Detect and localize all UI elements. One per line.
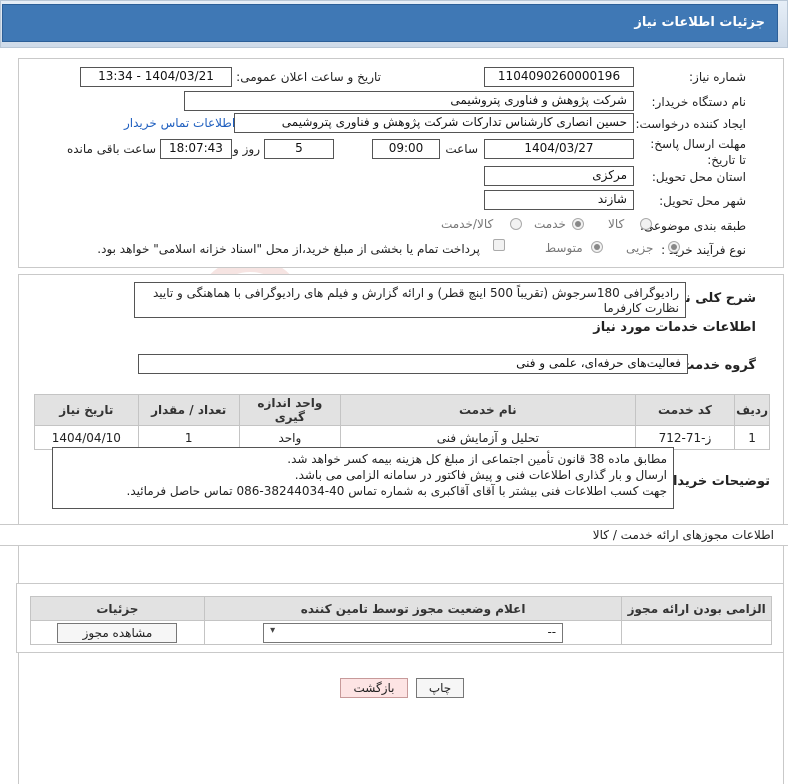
remaining-label: ساعت باقی مانده (66, 142, 156, 156)
col-name: نام خدمت (339, 394, 636, 426)
services-title: اطلاعات خدمات مورد نیاز (593, 320, 756, 335)
permit-status-select[interactable]: -- ▾ (263, 622, 564, 643)
province-field: مرکزی (484, 166, 634, 186)
deadline-label: مهلت ارسال پاسخ: تا تاریخ: (650, 137, 746, 167)
announce-label: تاریخ و ساعت اعلان عمومی: (236, 70, 381, 84)
table-row: -- ▾ مشاهده مجوز (30, 620, 772, 645)
permits-header-row: الزامی بودن ارائه مجوز اعلام وضعیت مجوز … (30, 596, 772, 621)
province-label: استان محل تحویل: (651, 170, 746, 184)
deadline-date-field: 1404/03/27 (484, 139, 634, 159)
services-table-wrap: ردیف کد خدمت نام خدمت واحد اندازه گیری ت… (34, 394, 770, 450)
col-details: جزئیات (30, 596, 205, 621)
category-radio-goods-service[interactable] (510, 218, 522, 230)
city-field: شازند (484, 190, 634, 210)
permits-table-wrap: الزامی بودن ارائه مجوز اعلام وضعیت مجوز … (30, 596, 772, 645)
category-label: طبقه بندی موضوعی: (639, 219, 746, 233)
buyer-contact-link[interactable]: اطلاعات تماس خریدار (124, 116, 235, 130)
cell-name: تحلیل و آزمایش فنی (339, 425, 636, 450)
col-qty: تعداد / مقدار (137, 394, 240, 426)
process-radio-medium[interactable] (591, 241, 603, 253)
service-group-label: گروه خدمت: (676, 358, 756, 373)
buyer-org-field: شرکت پژوهش و فناوری پتروشیمی (184, 91, 634, 111)
category-option-goods-service: کالا/خدمت (441, 217, 494, 231)
category-option-goods: کالا (608, 217, 625, 231)
permit-status-value: -- (547, 624, 557, 639)
process-option-minor: جزیی (626, 241, 654, 255)
city-label: شهر محل تحویل: (659, 194, 746, 208)
page-title: جزئیات اطلاعات نیاز (2, 4, 778, 42)
cell-date: 1404/04/10 (34, 425, 139, 450)
col-unit: واحد اندازه گیری (238, 394, 341, 426)
permits-table: الزامی بودن ارائه مجوز اعلام وضعیت مجوز … (30, 596, 772, 645)
service-group-field: فعالیت‌های حرفه‌ای، علمی و فنی (138, 354, 688, 374)
buyer-notes-label: توضیحات خریدار: (660, 474, 770, 489)
description-textarea[interactable]: رادیوگرافی 180سرجوش (تقریباً 500 اینچ قط… (134, 282, 686, 318)
chevron-down-icon: ▾ (270, 624, 276, 636)
creator-field: حسین انصاری کارشناس تدارکات شرکت پژوهش و… (234, 113, 634, 133)
category-option-service: خدمت (534, 217, 566, 231)
category-radio-goods[interactable] (640, 218, 652, 230)
process-option-medium: متوسط (545, 241, 583, 255)
buyer-note-line-3: جهت کسب اطلاعات فنی بیشتر با آقای آقاکبر… (126, 484, 667, 498)
payment-checkbox[interactable] (493, 239, 505, 251)
cell-row: 1 (734, 425, 770, 450)
services-table: ردیف کد خدمت نام خدمت واحد اندازه گیری ت… (34, 394, 770, 450)
buyer-notes-textarea[interactable]: مطابق ماده 38 قانون تأمین اجتماعی از مبل… (52, 447, 674, 509)
need-number-label: شماره نیاز: (689, 70, 746, 84)
back-button[interactable]: بازگشت (340, 678, 408, 698)
need-number-field: 1104090260000196 (484, 67, 634, 87)
col-row: ردیف (734, 394, 770, 426)
days-label: روز و (233, 142, 260, 156)
deadline-time-label: ساعت (445, 142, 478, 156)
col-required: الزامی بودن ارائه مجوز (621, 596, 772, 621)
permits-title: اطلاعات مجوزهای ارائه خدمت / کالا (592, 528, 774, 542)
col-date: تاریخ نیاز (34, 394, 139, 426)
buyer-note-line-1: مطابق ماده 38 قانون تأمین اجتماعی از مبل… (287, 452, 667, 466)
buyer-org-label: نام دستگاه خریدار: (651, 95, 747, 109)
days-field: 5 (264, 139, 334, 159)
deadline-time-field: 09:00 (372, 139, 440, 159)
services-header-row: ردیف کد خدمت نام خدمت واحد اندازه گیری ت… (34, 394, 770, 426)
process-radio-minor[interactable] (668, 241, 680, 253)
cell-unit: واحد (238, 425, 341, 450)
remaining-time-field: 18:07:43 (160, 139, 232, 159)
cell-code: ز-71-712 (634, 425, 736, 450)
buyer-note-line-2: ارسال و بار گذاری اطلاعات فنی و پیش فاکت… (294, 468, 667, 482)
print-button[interactable]: چاپ (416, 678, 464, 698)
creator-label: ایجاد کننده درخواست: (635, 117, 746, 131)
table-row: 1 ز-71-712 تحلیل و آزمایش فنی واحد 1 140… (34, 425, 770, 450)
col-status: اعلام وضعیت مجوز توسط تامین کننده (203, 596, 623, 621)
category-radio-service[interactable] (572, 218, 584, 230)
col-code: کد خدمت (634, 394, 736, 426)
payment-note: پرداخت تمام یا بخشی از مبلغ خرید،از محل … (97, 242, 480, 256)
announce-field: 1404/03/21 - 13:34 (80, 67, 232, 87)
cell-required (621, 620, 772, 645)
cell-details: مشاهده مجوز (30, 620, 205, 645)
cell-status: -- ▾ (203, 620, 623, 645)
cell-qty: 1 (137, 425, 240, 450)
view-permit-button[interactable]: مشاهده مجوز (57, 622, 178, 643)
